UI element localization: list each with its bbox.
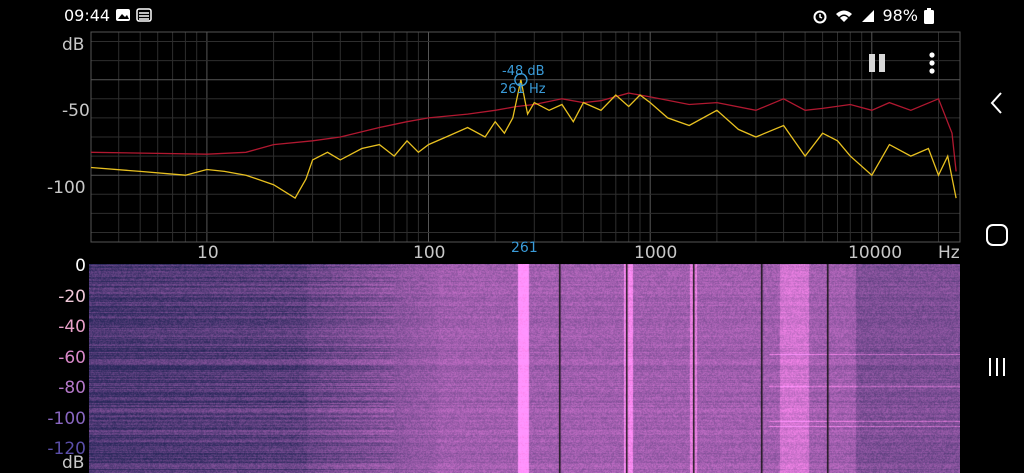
spectrogram-y-tick: 0	[75, 256, 86, 276]
spectrum-x-unit: Hz	[938, 243, 960, 263]
pause-icon	[869, 54, 875, 72]
spectrogram-y-tick: -20	[58, 286, 86, 307]
x-tick-label: 10000	[848, 243, 903, 263]
back-button[interactable]	[980, 86, 1014, 120]
spectrogram-y-tick: -80	[58, 378, 86, 398]
y-tick-label: -50	[62, 101, 90, 121]
back-icon	[990, 92, 1002, 114]
home-icon	[986, 224, 1008, 246]
x-tick-label: 1000	[634, 243, 678, 263]
recents-button[interactable]	[980, 350, 1014, 384]
spectrogram-y-unit: dB	[62, 453, 85, 473]
home-button[interactable]	[980, 218, 1014, 252]
spectrogram-y-tick: -40	[58, 317, 86, 337]
peak-frequency-label: 261 Hz	[500, 82, 546, 97]
peak-db-label: -48 dB	[502, 64, 545, 79]
spectrogram-y-tick: -60	[58, 347, 86, 368]
spectrum-chart	[90, 31, 961, 243]
more-options-button[interactable]	[924, 50, 940, 76]
recents-icon	[989, 358, 1005, 376]
spectrogram-y-tick: -100	[47, 408, 86, 429]
x-tick-label: 10	[197, 243, 219, 263]
spectrum-y-unit: dB	[62, 35, 85, 55]
spectrogram	[89, 264, 960, 473]
navigation-bar	[970, 0, 1024, 473]
pause-button[interactable]	[866, 52, 888, 74]
x-tick-label: 100	[413, 243, 446, 263]
peak-frequency-marker: 261	[511, 240, 538, 256]
y-tick-label: -100	[47, 178, 86, 198]
